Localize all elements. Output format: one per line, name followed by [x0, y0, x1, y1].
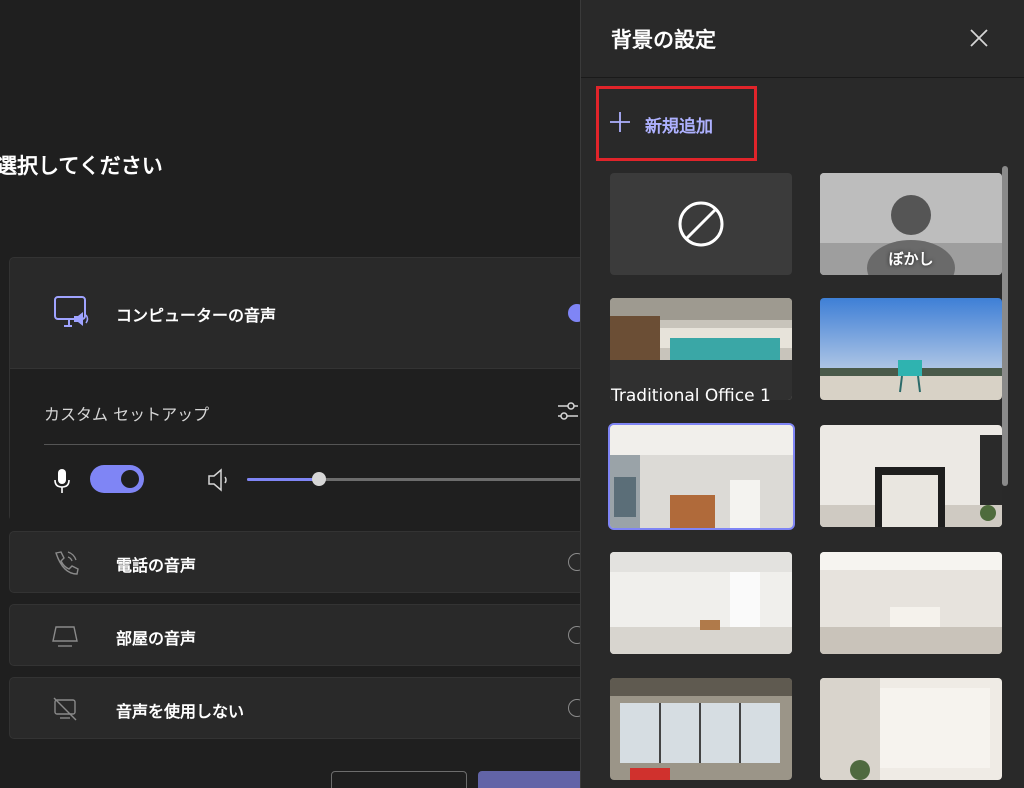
speaker-volume-thumb[interactable]: [312, 472, 326, 486]
speaker-volume-fill: [247, 478, 319, 481]
phone-audio-label: 電話の音声: [116, 556, 197, 575]
no-audio-icon: [50, 694, 80, 728]
no-audio-radio[interactable]: [568, 699, 580, 717]
background-white-hall-thumb[interactable]: [610, 552, 792, 654]
panel-divider: [581, 77, 1024, 78]
room-device-icon: [50, 621, 80, 655]
add-new-label: 新規追加: [645, 116, 713, 137]
settings-sliders-icon[interactable]: [556, 399, 580, 427]
background-office-1-label: Traditional Office 1: [611, 386, 771, 406]
toggle-knob: [121, 470, 139, 488]
background-none-thumb[interactable]: [610, 173, 792, 275]
room-audio-radio[interactable]: [568, 626, 580, 644]
phone-audio-radio[interactable]: [568, 553, 580, 571]
speaker-icon: [206, 467, 230, 497]
plus-icon: [609, 111, 631, 137]
no-audio-option[interactable]: 音声を使用しない: [9, 677, 580, 739]
microphone-toggle[interactable]: [90, 465, 144, 493]
background-blur-thumb[interactable]: ぼかし: [820, 173, 1002, 275]
custom-setup-section: カスタム セットアップ: [10, 368, 580, 521]
background-loft-thumb[interactable]: [610, 678, 792, 780]
computer-audio-option[interactable]: コンピューターの音声 カスタム セットアップ: [9, 257, 580, 521]
microphone-icon: [52, 467, 72, 499]
phone-icon: [50, 548, 80, 582]
background-blur-label: ぼかし: [888, 250, 934, 268]
add-new-button[interactable]: 新規追加: [609, 107, 713, 141]
computer-audio-radio[interactable]: [568, 304, 580, 322]
background-settings-panel: 背景の設定 新規追加 ぼかし Traditional Office 1: [580, 0, 1024, 788]
join-button[interactable]: [478, 771, 580, 788]
custom-setup-divider: [44, 444, 580, 445]
background-arch-room-thumb[interactable]: [820, 425, 1002, 527]
no-audio-label: 音声を使用しない: [116, 702, 245, 721]
custom-setup-label: カスタム セットアップ: [44, 405, 210, 424]
close-button[interactable]: [965, 24, 993, 52]
cancel-button[interactable]: [331, 771, 467, 788]
audio-options-area: 選択してください コンピューターの音声 カスタム セットアップ 電話の音声 部屋…: [0, 0, 580, 788]
monitor-speaker-icon: [52, 293, 92, 337]
panel-scrollbar[interactable]: [1002, 166, 1008, 486]
background-modern-room-thumb[interactable]: [820, 678, 1002, 780]
background-beach-thumb[interactable]: [820, 298, 1002, 400]
room-audio-option[interactable]: 部屋の音声: [9, 604, 580, 666]
room-audio-label: 部屋の音声: [116, 629, 197, 648]
computer-audio-label: コンピューターの音声: [116, 306, 277, 325]
background-studio-thumb[interactable]: [820, 552, 1002, 654]
close-icon: [970, 29, 988, 47]
panel-title: 背景の設定: [611, 28, 716, 52]
background-bright-room-thumb[interactable]: [608, 423, 795, 530]
page-title: 選択してください: [0, 154, 163, 178]
phone-audio-option[interactable]: 電話の音声: [9, 531, 580, 593]
computer-audio-header[interactable]: コンピューターの音声: [10, 258, 580, 368]
background-office-1-thumb[interactable]: [610, 298, 792, 400]
